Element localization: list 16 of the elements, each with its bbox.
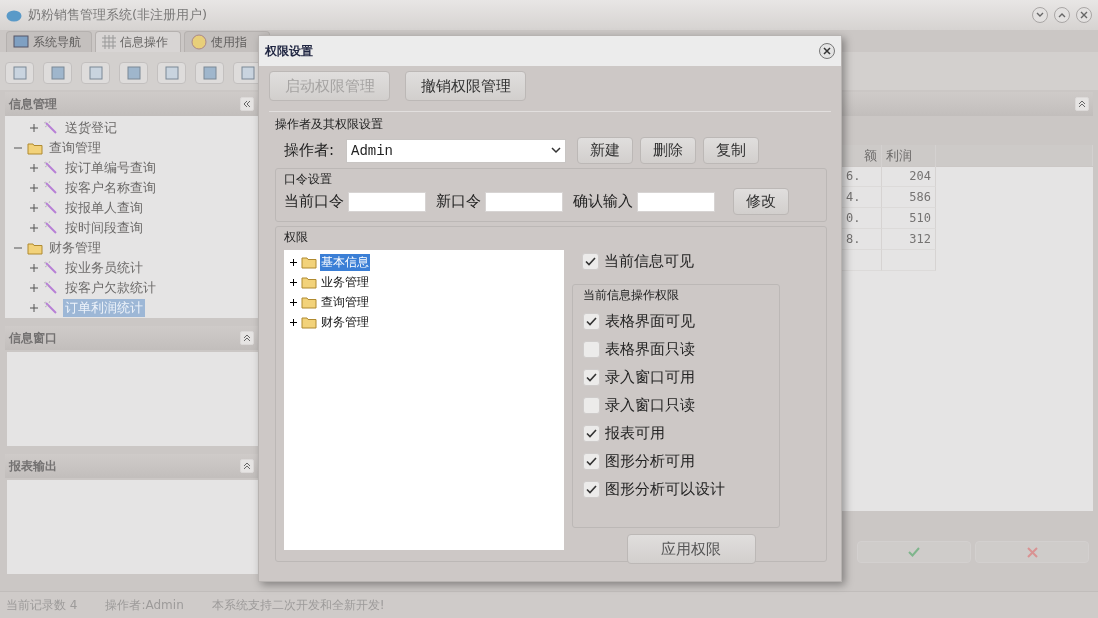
field-label: 新口令 — [436, 192, 481, 211]
field-label: 当前口令 — [284, 192, 344, 211]
table-cell: 204 — [882, 166, 936, 187]
group-title: 口令设置 — [284, 171, 333, 188]
group-title: 权限 — [284, 229, 309, 246]
group-title: 操作者及其权限设置 — [275, 116, 384, 133]
field-label: 确认输入 — [573, 192, 633, 211]
window-title: 奶粉销售管理系统(非注册用户) — [28, 6, 209, 24]
table-cell: 586 — [882, 187, 936, 208]
group-title: 当前信息操作权限 — [583, 287, 680, 304]
table-cell: 510 — [882, 208, 936, 229]
table-cell: 312 — [882, 229, 936, 250]
panel-title: 信息管理 — [9, 95, 57, 113]
panel-title: 信息窗口 — [9, 329, 57, 347]
field-label: 操作者: — [284, 141, 336, 160]
panel-title: 报表输出 — [9, 457, 57, 475]
